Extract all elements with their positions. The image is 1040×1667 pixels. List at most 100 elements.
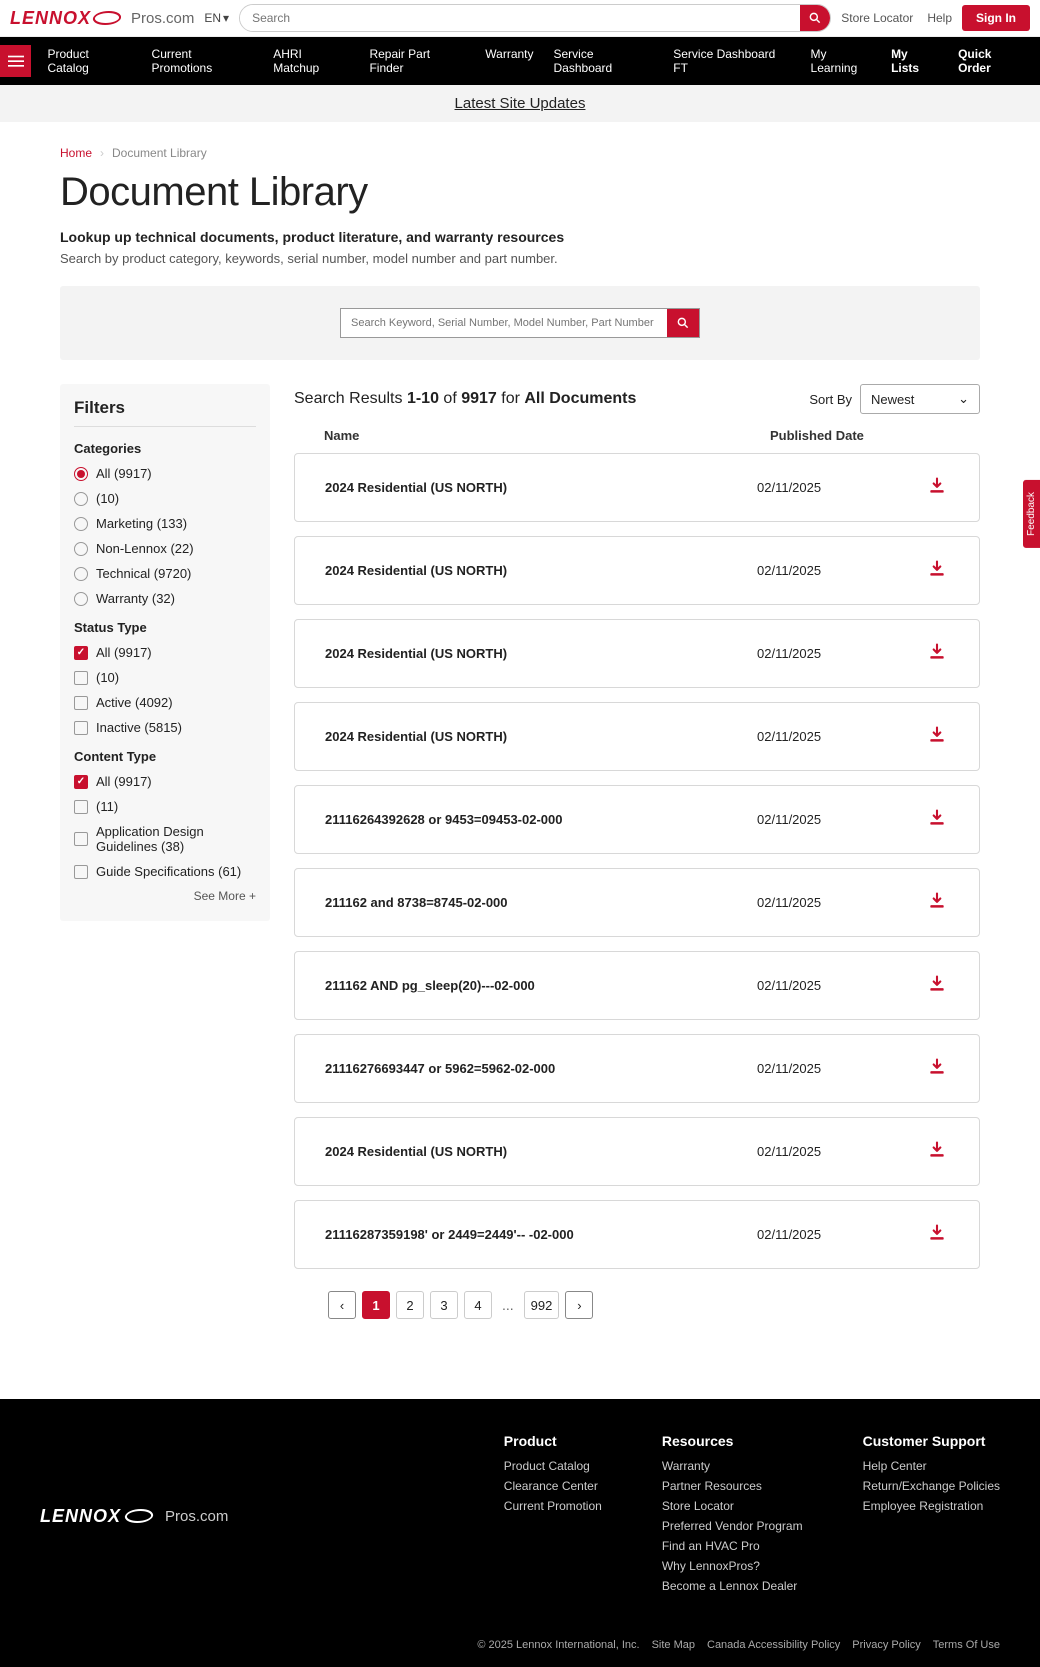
nav-item[interactable]: My Learning [811, 37, 876, 85]
breadcrumb-home[interactable]: Home [60, 146, 92, 160]
footer-link[interactable]: Find an HVAC Pro [662, 1539, 803, 1553]
footer-link[interactable]: Store Locator [662, 1499, 803, 1513]
page-button[interactable]: 1 [362, 1291, 390, 1319]
language-selector[interactable]: EN ▾ [204, 11, 229, 25]
logo[interactable]: LENNOX Pros.com [10, 8, 194, 29]
filter-check-item[interactable]: Application Design Guidelines (38) [74, 824, 256, 854]
filter-radio-item[interactable]: Technical (9720) [74, 566, 256, 581]
download-button[interactable] [927, 891, 949, 914]
footer-bottom-link[interactable]: Terms Of Use [933, 1639, 1000, 1651]
filter-check-item[interactable]: Guide Specifications (61) [74, 864, 256, 879]
footer-link[interactable]: Return/Exchange Policies [863, 1479, 1000, 1493]
store-locator-link[interactable]: Store Locator [841, 11, 913, 25]
radio-icon [74, 467, 88, 481]
filter-label: Inactive (5815) [96, 720, 182, 735]
footer-link[interactable]: Partner Resources [662, 1479, 803, 1493]
download-button[interactable] [927, 808, 949, 831]
filter-radio-item[interactable]: (10) [74, 491, 256, 506]
nav-right-item[interactable]: My Lists [891, 37, 938, 85]
download-button[interactable] [927, 974, 949, 997]
nav-right-item[interactable]: Quick Order [958, 37, 1026, 85]
doc-search-input[interactable] [341, 309, 667, 337]
nav-item[interactable]: AHRI Matchup [273, 37, 349, 85]
filter-check-item[interactable]: All (9917) [74, 774, 256, 789]
page-button[interactable]: 3 [430, 1291, 458, 1319]
filter-radio-item[interactable]: Non-Lennox (22) [74, 541, 256, 556]
footer-col-title: Resources [662, 1433, 803, 1449]
next-page-button[interactable]: › [565, 1291, 593, 1319]
filter-label: Guide Specifications (61) [96, 864, 241, 879]
nav-item[interactable]: Current Promotions [152, 37, 254, 85]
filter-check-item[interactable]: All (9917) [74, 645, 256, 660]
filter-radio-item[interactable]: Marketing (133) [74, 516, 256, 531]
result-row: 2024 Residential (US NORTH)02/11/2025 [294, 453, 980, 522]
sort-select[interactable]: Newest ⌄ [860, 384, 980, 414]
footer-link[interactable]: Product Catalog [504, 1459, 602, 1473]
nav-item[interactable]: Repair Part Finder [369, 37, 465, 85]
nav-item[interactable]: Service Dashboard FT [673, 37, 790, 85]
status-label: Status Type [74, 620, 256, 635]
nav-item[interactable]: Product Catalog [47, 37, 131, 85]
filter-radio-item[interactable]: All (9917) [74, 466, 256, 481]
download-icon [927, 1223, 947, 1243]
result-name: 21116276693447 or 5962=5962-02-000 [325, 1061, 757, 1076]
page-button[interactable]: 4 [464, 1291, 492, 1319]
filter-check-item[interactable]: Inactive (5815) [74, 720, 256, 735]
filter-check-item[interactable]: Active (4092) [74, 695, 256, 710]
menu-button[interactable] [0, 45, 31, 77]
footer-col-title: Product [504, 1433, 602, 1449]
footer-logo[interactable]: LENNOX Pros.com [40, 1433, 228, 1599]
help-link[interactable]: Help [927, 11, 952, 25]
footer-link[interactable]: Help Center [863, 1459, 1000, 1473]
download-icon [927, 476, 947, 496]
doc-search-bar [60, 286, 980, 360]
footer-link[interactable]: Preferred Vendor Program [662, 1519, 803, 1533]
radio-icon [74, 592, 88, 606]
hamburger-icon [8, 53, 24, 69]
download-button[interactable] [927, 559, 949, 582]
footer-bottom-link[interactable]: Site Map [652, 1639, 695, 1651]
result-name: 21116287359198' or 2449=2449'-- -02-000 [325, 1227, 757, 1242]
result-date: 02/11/2025 [757, 812, 927, 827]
footer-link[interactable]: Warranty [662, 1459, 803, 1473]
nav-links: Product Catalog Current Promotions AHRI Ma… [31, 37, 891, 85]
result-date: 02/11/2025 [757, 729, 927, 744]
filter-check-item[interactable]: (11) [74, 799, 256, 814]
download-button[interactable] [927, 725, 949, 748]
search-input[interactable] [240, 5, 800, 31]
doc-search-button[interactable] [667, 309, 699, 337]
navbar: Product Catalog Current Promotions AHRI Ma… [0, 37, 1040, 85]
footer-bottom-link[interactable]: © 2025 Lennox International, Inc. [477, 1639, 639, 1651]
signin-button[interactable]: Sign In [962, 5, 1030, 31]
footer-bottom-link[interactable]: Privacy Policy [852, 1639, 920, 1651]
feedback-tab[interactable]: Feedback [1023, 480, 1040, 548]
results-title: Search Results 1-10 of 9917 for All Docu… [294, 390, 636, 408]
footer-link[interactable]: Become a Lennox Dealer [662, 1579, 803, 1593]
download-button[interactable] [927, 1057, 949, 1080]
footer-bottom-link[interactable]: Canada Accessibility Policy [707, 1639, 840, 1651]
see-more-button[interactable]: See More + [74, 889, 256, 903]
page-button[interactable]: 2 [396, 1291, 424, 1319]
site-updates-banner[interactable]: Latest Site Updates [0, 85, 1040, 122]
download-button[interactable] [927, 476, 949, 499]
filter-label: All (9917) [96, 774, 152, 789]
download-icon [927, 725, 947, 745]
search-button[interactable] [800, 5, 830, 31]
filter-radio-item[interactable]: Warranty (32) [74, 591, 256, 606]
download-button[interactable] [927, 1223, 949, 1246]
download-button[interactable] [927, 1140, 949, 1163]
filter-check-item[interactable]: (10) [74, 670, 256, 685]
filter-label: (10) [96, 491, 119, 506]
download-button[interactable] [927, 642, 949, 665]
footer-column: Customer SupportHelp CenterReturn/Exchan… [863, 1433, 1000, 1599]
footer-link[interactable]: Clearance Center [504, 1479, 602, 1493]
nav-item[interactable]: Warranty [485, 37, 533, 85]
last-page-button[interactable]: 992 [524, 1291, 560, 1319]
plus-icon: + [249, 889, 256, 903]
result-name: 2024 Residential (US NORTH) [325, 480, 757, 495]
prev-page-button[interactable]: ‹ [328, 1291, 356, 1319]
footer-link[interactable]: Current Promotion [504, 1499, 602, 1513]
footer-link[interactable]: Why LennoxPros? [662, 1559, 803, 1573]
footer-link[interactable]: Employee Registration [863, 1499, 1000, 1513]
nav-item[interactable]: Service Dashboard [554, 37, 654, 85]
